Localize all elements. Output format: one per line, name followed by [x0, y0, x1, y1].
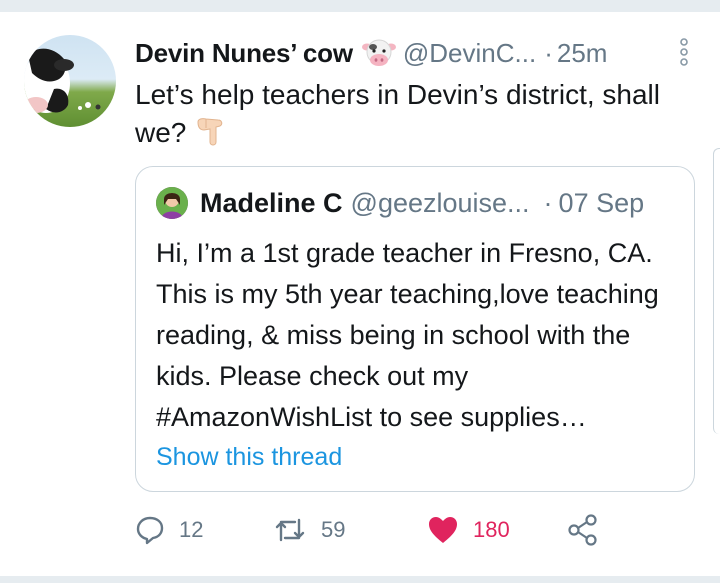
reply-icon	[135, 515, 165, 545]
retweet-count: 59	[321, 517, 346, 542]
retweet-button[interactable]: 59	[273, 512, 345, 548]
bottom-divider	[0, 576, 720, 583]
separator-dot: ·	[544, 37, 553, 68]
like-count: 180	[473, 517, 510, 542]
scroll-indicator	[713, 148, 720, 434]
share-icon	[567, 514, 599, 546]
tweet-actions-bar: 12 59 180	[135, 512, 615, 548]
quoted-author-name[interactable]: Madeline C	[200, 188, 343, 219]
share-button[interactable]	[567, 512, 599, 548]
top-divider	[0, 0, 720, 12]
tweet-text: Let’s help teachers in Devin’s district,…	[135, 76, 705, 152]
quoted-tweet-header: Madeline C @geezlouise... · 07 Sep	[200, 185, 644, 221]
show-thread-link[interactable]: Show this thread	[156, 443, 342, 472]
like-button[interactable]: 180	[427, 512, 510, 548]
heart-icon	[427, 515, 459, 545]
quoted-tweet-date[interactable]: 07 Sep	[559, 188, 645, 219]
quoted-tweet-text: Hi, I’m a 1st grade teacher in Fresno, C…	[156, 238, 659, 432]
author-handle[interactable]: @DevinC...	[403, 38, 536, 69]
reply-count: 12	[179, 517, 204, 542]
cow-face-icon	[361, 38, 397, 68]
reply-button[interactable]: 12	[135, 512, 203, 548]
quoted-author-handle[interactable]: @geezlouise...	[351, 188, 530, 219]
tweet-header: Devin Nunes’ cow @DevinC... · 25m	[135, 36, 607, 70]
author-avatar[interactable]	[24, 35, 116, 127]
quoted-separator-dot: ·	[543, 187, 553, 218]
quoted-tweet-card[interactable]: Madeline C @geezlouise... · 07 Sep Hi, I…	[135, 166, 695, 492]
author-name[interactable]: Devin Nunes’ cow	[135, 38, 353, 69]
quoted-author-avatar[interactable]	[156, 187, 188, 219]
cow-photo	[24, 48, 101, 113]
retweet-icon	[273, 515, 307, 545]
pointing-down-hand-icon	[192, 116, 226, 150]
more-options-icon[interactable]	[677, 38, 691, 66]
tweet-timestamp[interactable]: 25m	[557, 38, 608, 69]
